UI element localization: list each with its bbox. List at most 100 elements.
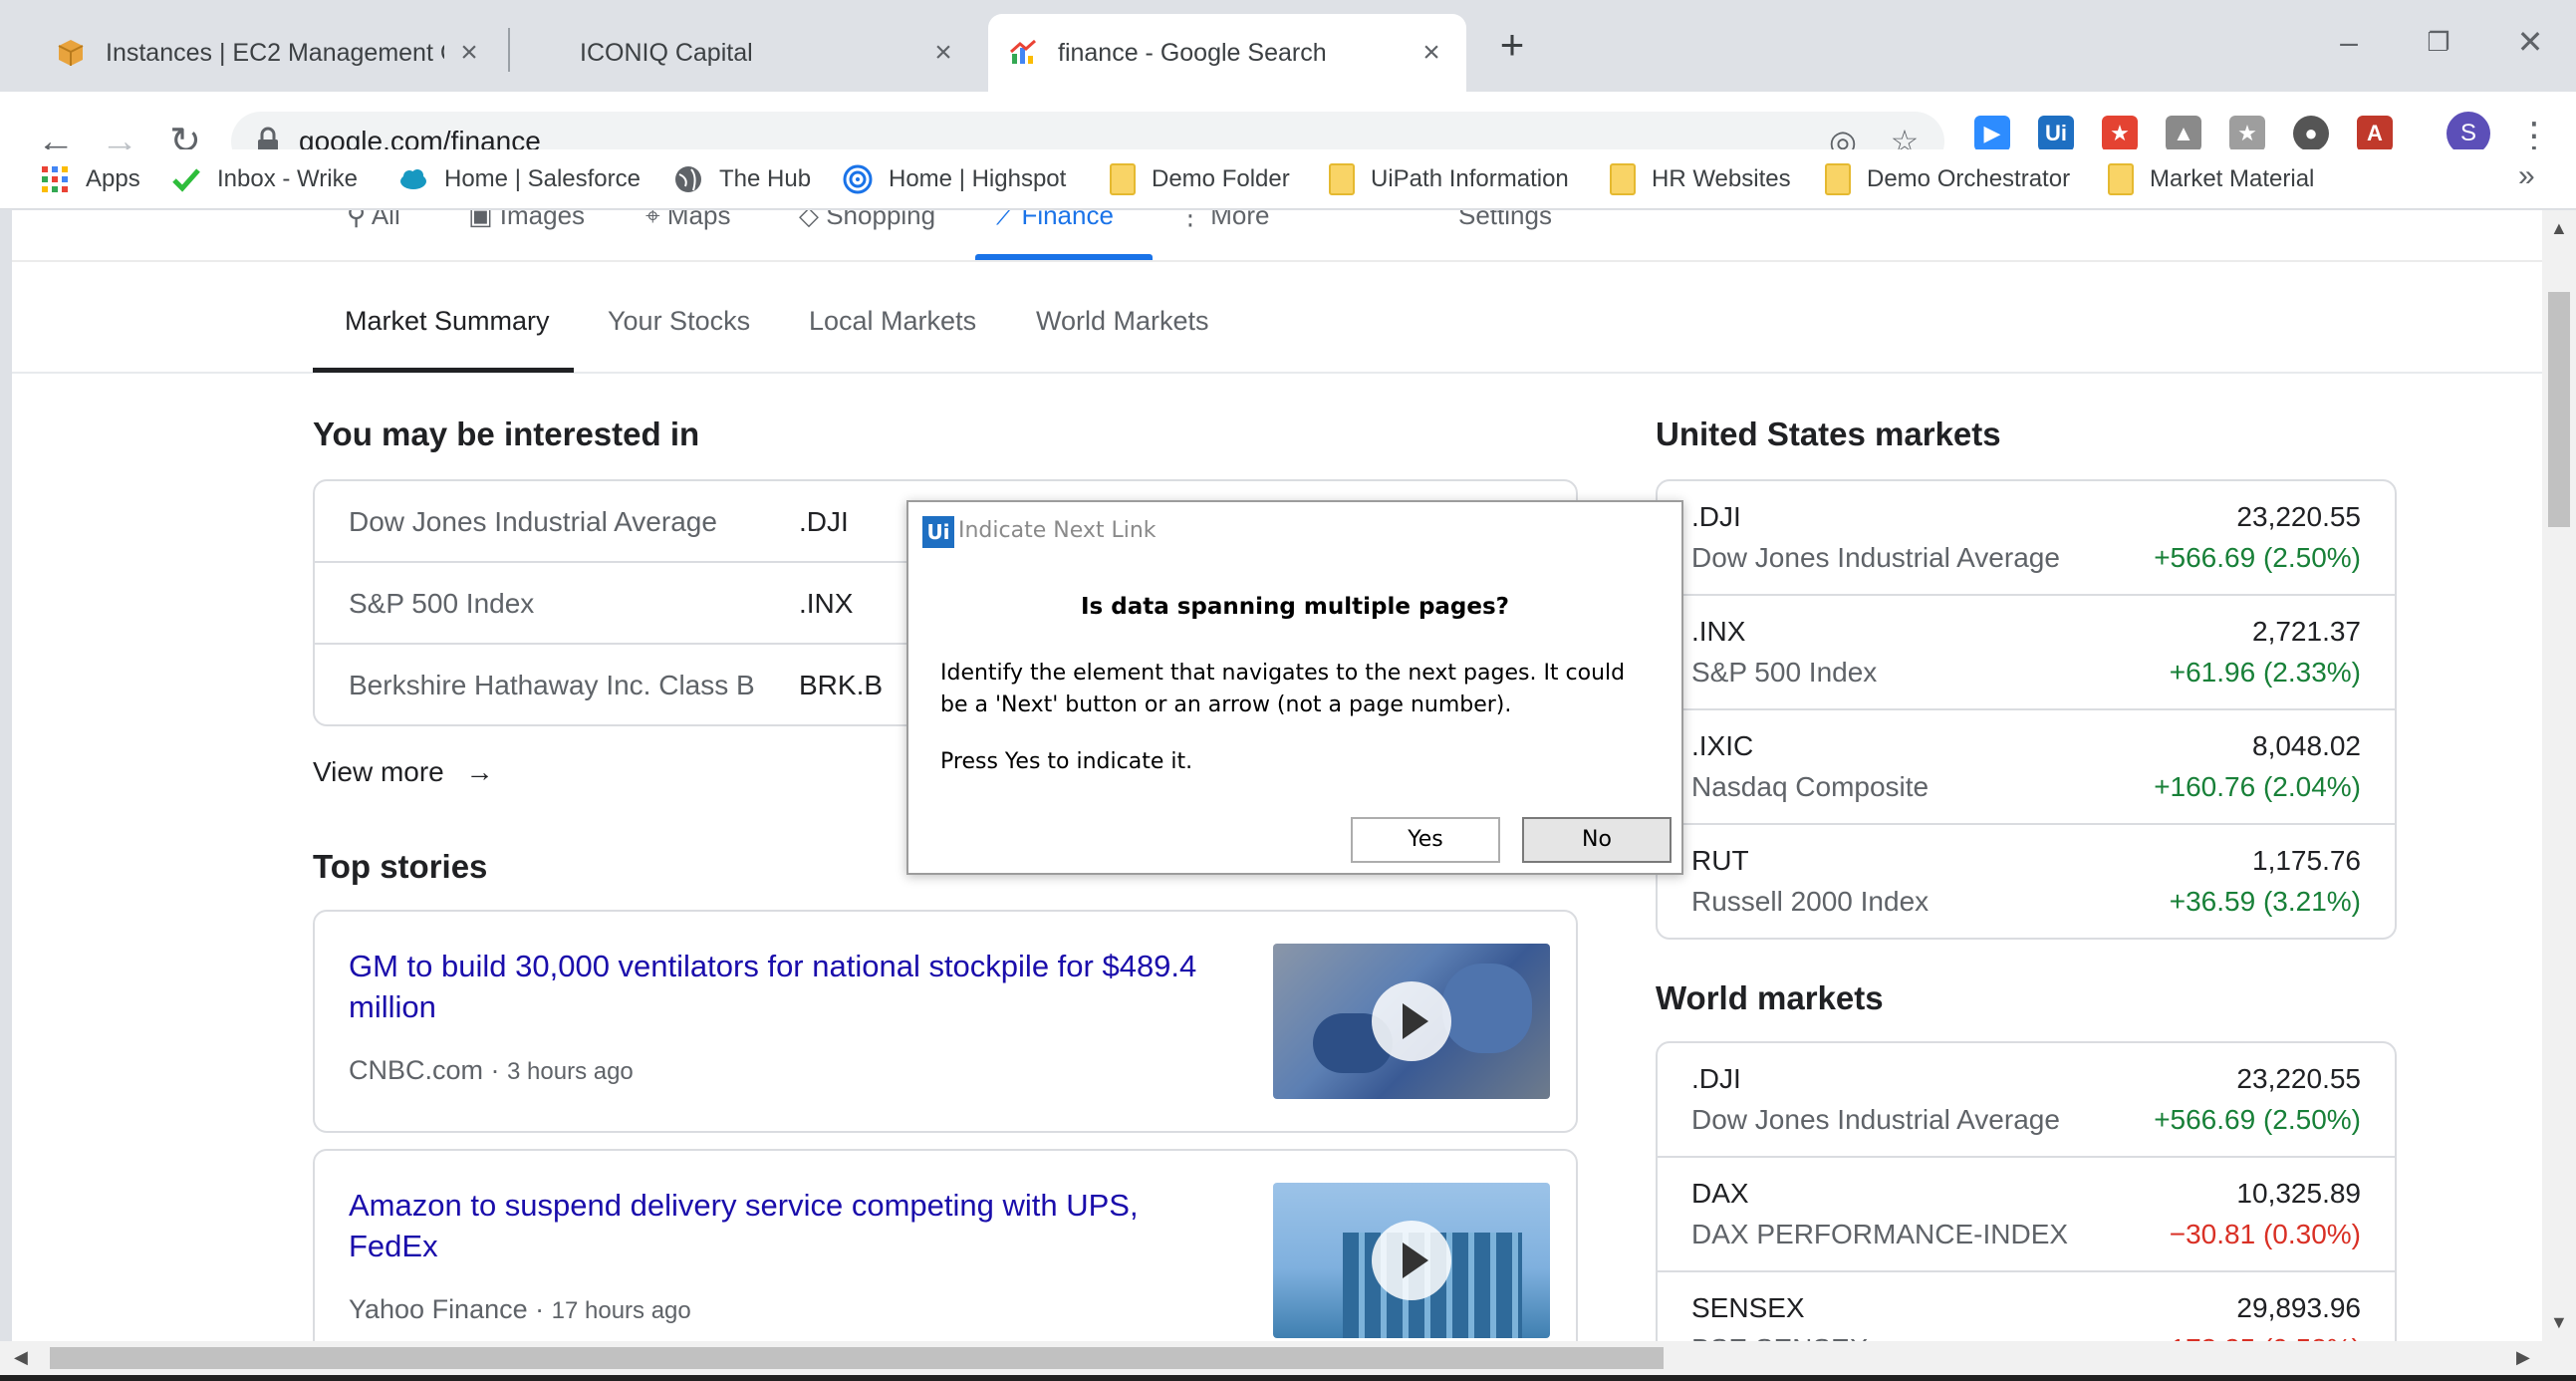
vertical-scrollbar[interactable]: ▲ ▼: [2542, 210, 2576, 1341]
tab-your-stocks[interactable]: Your Stocks: [608, 306, 750, 337]
close-tab-icon[interactable]: ×: [1417, 38, 1446, 68]
story-headline[interactable]: GM to build 30,000 ventilators for natio…: [349, 946, 1205, 1027]
market-name: DAX PERFORMANCE-INDEX: [1691, 1219, 2069, 1249]
market-row[interactable]: .DJI Dow Jones Industrial Average 23,220…: [1658, 1043, 2395, 1158]
close-tab-icon[interactable]: ×: [454, 38, 484, 68]
uipath-extension-icon[interactable]: Ui: [2038, 116, 2074, 151]
market-row[interactable]: .IXIC Nasdaq Composite 8,048.02 +160.76 …: [1658, 710, 2395, 825]
market-price: 2,721.37: [2252, 616, 2361, 647]
market-price: 23,220.55: [2236, 1063, 2361, 1094]
market-change: +566.69 (2.50%): [2154, 1104, 2361, 1135]
source-name: Yahoo Finance: [349, 1294, 528, 1324]
bookmarks-bar: Apps Inbox - Wrike Home | Salesforce The…: [0, 149, 2576, 209]
search-nav-images[interactable]: ▣ Images: [468, 210, 585, 231]
market-symbol: SENSEX: [1691, 1292, 1805, 1323]
top-stories-heading: Top stories: [313, 848, 488, 885]
apps-grid-icon: [42, 166, 68, 192]
market-change: +566.69 (2.50%): [2154, 542, 2361, 573]
tab-world-markets[interactable]: World Markets: [1036, 306, 1209, 337]
todoist-extension-icon[interactable]: ★: [2102, 116, 2138, 151]
salesforce-cloud-icon: [400, 169, 426, 189]
scroll-down-icon[interactable]: ▼: [2550, 1312, 2568, 1333]
bookmark-demo-orchestrator[interactable]: Demo Orchestrator: [1825, 159, 2070, 199]
search-nav-more[interactable]: ⋮ More: [1177, 210, 1269, 231]
story-age: 3 hours ago: [507, 1058, 634, 1085]
close-window-icon[interactable]: ✕: [2510, 22, 2550, 62]
bookmarks-overflow-icon[interactable]: »: [2518, 159, 2535, 193]
bookmark-extension-icon[interactable]: ★: [2229, 116, 2265, 151]
bookmark-hr-websites[interactable]: HR Websites: [1610, 159, 1791, 199]
market-change: +61.96 (2.33%): [2169, 657, 2361, 688]
folder-icon: [1329, 163, 1355, 195]
horizontal-scroll-thumb[interactable]: [50, 1347, 1664, 1369]
scroll-right-icon[interactable]: ▶: [2516, 1347, 2530, 1368]
tab-iconiq[interactable]: ICONIQ Capital ×: [560, 14, 978, 92]
nav-label: All: [371, 210, 400, 230]
bookmark-label: Demo Folder: [1152, 165, 1290, 192]
tab-strip: Instances | EC2 Management Console × ICO…: [0, 0, 2576, 92]
bookmark-apps[interactable]: Apps: [40, 159, 140, 199]
market-row[interactable]: SENSEX BSE SENSEX 29,893.96 −173.25 (0.5…: [1658, 1272, 2395, 1341]
bookmark-the-hub[interactable]: The Hub: [673, 159, 811, 199]
acrobat-extension-icon[interactable]: A: [2357, 116, 2393, 151]
nav-label: Images: [499, 210, 586, 230]
market-row[interactable]: .INX S&P 500 Index 2,721.37 +61.96 (2.33…: [1658, 596, 2395, 710]
play-icon[interactable]: [1372, 981, 1451, 1061]
vertical-scroll-thumb[interactable]: [2548, 292, 2570, 527]
view-more-label: View more: [313, 756, 444, 787]
close-tab-icon[interactable]: ×: [928, 38, 958, 68]
market-name: Dow Jones Industrial Average: [1691, 1104, 2060, 1135]
view-more-link[interactable]: View more →: [313, 756, 494, 788]
bookmark-label: The Hub: [719, 165, 812, 192]
bookmark-wrike[interactable]: Inbox - Wrike: [171, 159, 358, 199]
tab-separator: [508, 28, 510, 72]
story-source: Yahoo Finance · 17 hours ago: [349, 1294, 691, 1324]
tab-google-finance[interactable]: finance - Google Search ×: [988, 14, 1466, 92]
story-headline[interactable]: Amazon to suspend delivery service compe…: [349, 1185, 1205, 1266]
market-name: Russell 2000 Index: [1691, 886, 1930, 917]
bookmark-uipath-information[interactable]: UiPath Information: [1329, 159, 1569, 199]
tab-market-summary[interactable]: Market Summary: [345, 306, 550, 337]
horizontal-scrollbar[interactable]: ◀ ▶: [0, 1341, 2576, 1375]
market-price: 1,175.76: [2252, 845, 2361, 876]
story-video-thumbnail[interactable]: [1273, 944, 1550, 1099]
security-symbol: .DJI: [799, 506, 849, 537]
story-age: 17 hours ago: [551, 1297, 691, 1324]
bookmark-label: Home | Salesforce: [444, 165, 641, 192]
market-price: 23,220.55: [2236, 501, 2361, 532]
scroll-up-icon[interactable]: ▲: [2550, 218, 2568, 239]
restore-icon[interactable]: ❐: [2419, 22, 2458, 62]
zoom-extension-icon[interactable]: ▶: [1974, 116, 2010, 151]
tab-ec2[interactable]: Instances | EC2 Management Console ×: [36, 14, 504, 92]
drive-extension-icon[interactable]: ▲: [2166, 116, 2201, 151]
minimize-icon[interactable]: –: [2329, 22, 2369, 62]
market-row[interactable]: .DJI Dow Jones Industrial Average 23,220…: [1658, 481, 2395, 596]
market-row[interactable]: DAX DAX PERFORMANCE-INDEX 10,325.89 −30.…: [1658, 1158, 2395, 1272]
play-icon[interactable]: [1372, 1221, 1451, 1300]
bookmark-highspot[interactable]: Home | Highspot: [843, 159, 1066, 199]
market-symbol: DAX: [1691, 1178, 1749, 1209]
market-row[interactable]: RUT Russell 2000 Index 1,175.76 +36.59 (…: [1658, 825, 2395, 938]
bookmark-market-material[interactable]: Market Material: [2108, 159, 2314, 199]
search-nav-shopping[interactable]: ◇ Shopping: [799, 210, 935, 231]
tab-local-markets[interactable]: Local Markets: [809, 306, 976, 337]
obs-extension-icon[interactable]: ●: [2293, 116, 2329, 151]
bookmark-label: Apps: [86, 165, 140, 192]
bookmark-salesforce[interactable]: Home | Salesforce: [398, 159, 641, 199]
market-symbol: .DJI: [1691, 501, 1741, 532]
yes-button[interactable]: Yes: [1351, 817, 1500, 863]
search-nav-finance[interactable]: ⟋ Finance: [996, 210, 1114, 232]
market-name: Nasdaq Composite: [1691, 771, 1930, 802]
story-video-thumbnail[interactable]: [1273, 1183, 1550, 1338]
search-nav-settings[interactable]: Settings: [1458, 210, 1552, 231]
no-button[interactable]: No: [1522, 817, 1672, 863]
bookmark-demo-folder[interactable]: Demo Folder: [1110, 159, 1290, 199]
market-change: −173.25 (0.58%): [2154, 1333, 2361, 1341]
indicate-next-link-dialog: Ui Indicate Next Link Is data spanning m…: [906, 500, 1683, 875]
search-nav-all[interactable]: ⚲ All: [347, 210, 400, 231]
new-tab-icon[interactable]: +: [1492, 24, 1532, 66]
news-story-card[interactable]: Amazon to suspend delivery service compe…: [313, 1149, 1578, 1341]
news-story-card[interactable]: GM to build 30,000 ventilators for natio…: [313, 910, 1578, 1133]
scroll-left-icon[interactable]: ◀: [14, 1347, 28, 1368]
search-nav-maps[interactable]: ⌖ Maps: [645, 210, 730, 232]
